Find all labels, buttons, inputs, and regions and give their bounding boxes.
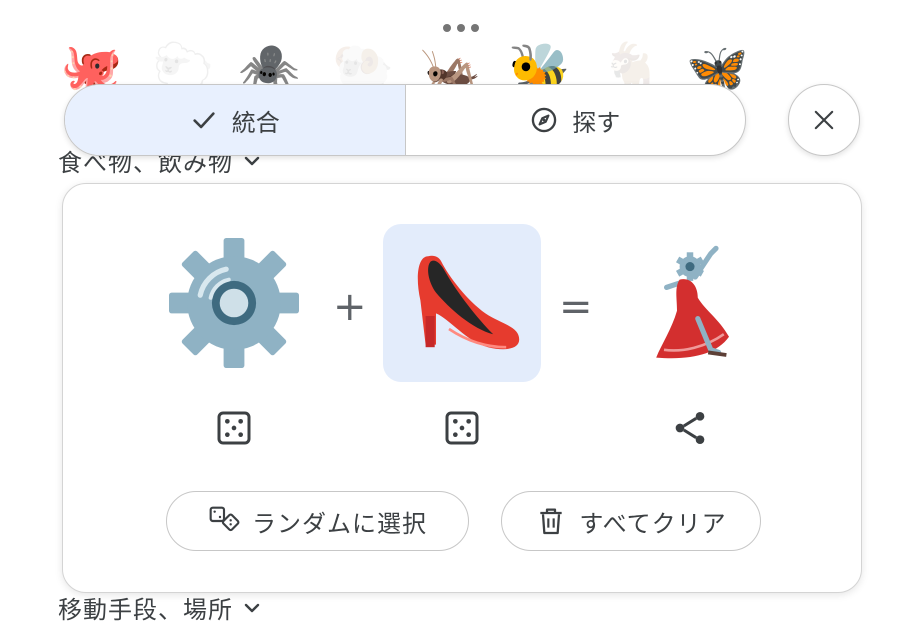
dice-icon	[445, 411, 479, 445]
clear-all-label: すべてクリア	[579, 509, 727, 538]
tab-explore[interactable]: 探す	[406, 85, 746, 155]
randomize-right-button[interactable]	[438, 404, 486, 452]
check-icon	[193, 112, 215, 129]
drag-dot	[471, 24, 479, 32]
tab-combine-label: 統合	[231, 108, 280, 137]
drag-dot	[457, 24, 465, 32]
share-button[interactable]	[666, 404, 714, 452]
share-icon	[675, 412, 705, 444]
random-dice-icon	[209, 506, 240, 532]
compass-icon	[532, 107, 557, 133]
close-icon	[814, 110, 834, 130]
close-button[interactable]	[788, 84, 860, 156]
category-travel[interactable]: 移動手段、場所	[58, 590, 261, 625]
tab-explore-label: 探す	[572, 108, 621, 137]
gear-icon	[169, 238, 299, 368]
random-select-button[interactable]: ランダムに選択	[166, 491, 469, 551]
clear-all-button[interactable]: すべてクリア	[501, 491, 761, 551]
randomize-left-button[interactable]	[210, 404, 258, 452]
right-emoji-slot[interactable]	[383, 224, 541, 382]
tab-combine[interactable]: 統合	[65, 85, 406, 155]
high-heel-icon	[417, 255, 520, 350]
drag-dot	[443, 24, 451, 32]
dice-icon	[217, 411, 251, 445]
result-emoji-slot[interactable]	[611, 224, 769, 382]
category-travel-label: 移動手段、場所	[58, 596, 233, 624]
left-emoji-slot[interactable]	[155, 224, 313, 382]
random-select-label: ランダムに選択	[252, 509, 427, 538]
emoji-mixer-card: + = ランダムに選択 すべてクリア	[62, 183, 862, 593]
chevron-down-icon	[244, 603, 260, 612]
equals-operator: =	[559, 284, 593, 330]
gear-dancer-icon	[656, 245, 729, 359]
mode-segmented-control: 統合 探す	[64, 84, 746, 156]
drag-handle[interactable]	[443, 24, 479, 32]
trash-icon	[540, 508, 562, 535]
plus-operator: +	[333, 284, 367, 330]
